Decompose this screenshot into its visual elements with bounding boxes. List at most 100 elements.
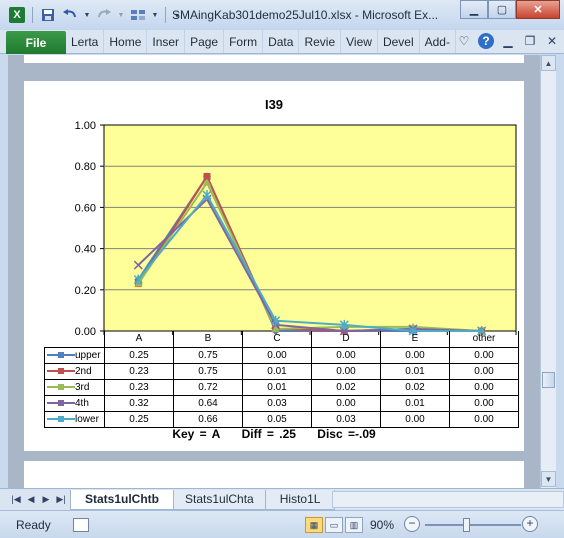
close-button[interactable]: ✕ [516,0,560,19]
data-label: 0.01 [380,394,450,412]
data-label: 0.64 [173,394,243,412]
data-label: 0.00 [449,410,519,428]
zoom-slider-thumb[interactable] [463,518,470,532]
table-row: upper 0.25 0.75 0.00 0.00 0.00 0.00 [44,346,519,364]
next-sheet-icon[interactable]: ▶ [40,494,52,505]
window-restore-icon[interactable]: ❐ [522,33,538,49]
tab-data[interactable]: Data [263,30,300,53]
last-sheet-icon[interactable]: ▶| [55,494,67,505]
minimize-button[interactable]: ▁ [460,0,488,19]
tab-formulas[interactable]: Form [224,30,264,53]
window-minimize-icon[interactable]: ▁ [500,33,516,49]
sheet-tab-stats1ulchtb[interactable]: Stats1ulChtb [70,489,175,510]
legend-swatch [47,351,75,358]
tab-page-layout[interactable]: Page [185,30,225,53]
tab-view[interactable]: View [341,30,378,53]
table-row: 2nd 0.23 0.75 0.01 0.00 0.01 0.00 [44,362,519,380]
series-label: 4th [44,394,105,412]
undo-icon[interactable] [61,6,79,24]
series-name: 3rd [75,381,90,393]
diff-label: Diff = .25 [241,427,296,441]
category-label: C [242,331,312,348]
window-title: SMAingKab301demo25Jul10.xlsx - Microsoft… [172,8,439,22]
series-label: 3rd [44,378,105,396]
chevron-down-icon[interactable]: ▼ [151,6,159,24]
legend-swatch [47,415,75,422]
zoom-level[interactable]: 90% [370,518,394,532]
sheet-tab-histo1l[interactable]: Histo1L [264,489,336,510]
table-corner [45,331,105,347]
zoom-in-button[interactable]: + [522,516,538,532]
page-bottom-fragment [24,461,524,488]
key-label: Key = A [172,427,221,441]
page-break-view-icon[interactable]: ▥ [345,517,363,533]
normal-view-icon[interactable]: ▦ [305,517,323,533]
page-top-fragment [24,55,524,63]
tab-insert[interactable]: Inser [147,30,186,53]
chart-plot[interactable]: 0.000.200.400.600.801.00 [24,81,524,341]
data-label: 0.00 [311,394,381,412]
data-label: 0.00 [242,346,312,364]
data-label: 0.00 [449,346,519,364]
data-label: 0.25 [104,410,174,428]
scrollbar-thumb[interactable] [542,372,555,388]
tab-add-ins[interactable]: Add- [420,30,456,53]
customize-qat-icon[interactable] [129,6,147,24]
series-label: 2nd [44,362,105,380]
macro-record-icon[interactable] [72,517,89,532]
redo-dropdown-icon[interactable]: ▼ [117,6,125,24]
window-close-icon[interactable]: ✕ [544,33,560,49]
title-bar: X ▼ ▼ ▼ ▾ SMAingKab301demo25Jul10.xlsx -… [0,0,564,30]
data-label: 0.02 [380,378,450,396]
data-label: 0.25 [104,346,174,364]
vertical-scrollbar[interactable]: ▲ ▼ [540,55,556,488]
maximize-button[interactable]: ▢ [488,0,516,19]
data-label: 0.72 [173,378,243,396]
data-label: 0.75 [173,346,243,364]
zoom-slider-track[interactable] [425,524,521,526]
quick-access-toolbar: X ▼ ▼ ▼ ▾ [0,6,182,24]
y-tick-label: 0.40 [75,244,96,256]
help-icon[interactable]: ? [478,33,494,49]
series-label: lower [44,410,105,428]
page-layout-view-icon[interactable]: ▭ [325,517,343,533]
category-label: A [104,331,174,348]
scroll-down-arrow[interactable]: ▼ [541,471,556,487]
ribbon-right-controls: ♡ ? ▁ ❐ ✕ [456,33,560,49]
series-label: upper [44,346,105,364]
tab-lerta[interactable]: Lerta [66,30,105,53]
first-sheet-icon[interactable]: |◀ [10,494,22,505]
disc-label: Disc =-.09 [317,427,376,441]
prev-sheet-icon[interactable]: ◀ [25,494,37,505]
category-label: D [311,331,381,348]
collapse-ribbon-icon[interactable]: ♡ [456,33,472,49]
worksheet-area[interactable]: I39 0.00 0.20 0.40 0.60 0.80 1.00 A B C D Eother u… [8,55,540,488]
tab-home[interactable]: Home [104,30,148,53]
view-buttons: ▦ ▭ ▥ [305,517,363,533]
table-header-row: A B C D Eother [45,331,519,348]
tab-developer[interactable]: Devel [378,30,420,53]
excel-app-icon[interactable]: X [8,6,26,24]
redo-icon[interactable] [95,6,113,24]
scroll-up-arrow[interactable]: ▲ [541,55,556,71]
data-label: 0.00 [449,362,519,380]
data-label: 0.02 [311,378,381,396]
data-label: 0.01 [380,362,450,380]
data-label: 0.05 [242,410,312,428]
data-label: 0.32 [104,394,174,412]
file-tab[interactable]: File [6,31,66,54]
series-name: 4th [75,397,89,409]
sheet-tabs-bar: |◀ ◀ ▶ ▶| Stats1ulChtb Stats1ulChta Hist… [0,488,564,510]
undo-dropdown-icon[interactable]: ▼ [83,6,91,24]
series-name: upper [75,349,101,361]
zoom-out-button[interactable]: − [404,516,420,532]
data-label: 0.00 [311,362,381,380]
tab-review[interactable]: Revie [299,30,342,53]
data-label: 0.00 [449,394,519,412]
status-bar: Ready ▦ ▭ ▥ 90% − + [0,510,564,538]
data-label: 0.75 [173,362,243,380]
horizontal-scrollbar[interactable] [332,491,564,508]
legend-swatch [47,399,75,406]
save-icon[interactable] [39,6,57,24]
sheet-tab-stats1ulchta[interactable]: Stats1ulChta [170,489,269,510]
